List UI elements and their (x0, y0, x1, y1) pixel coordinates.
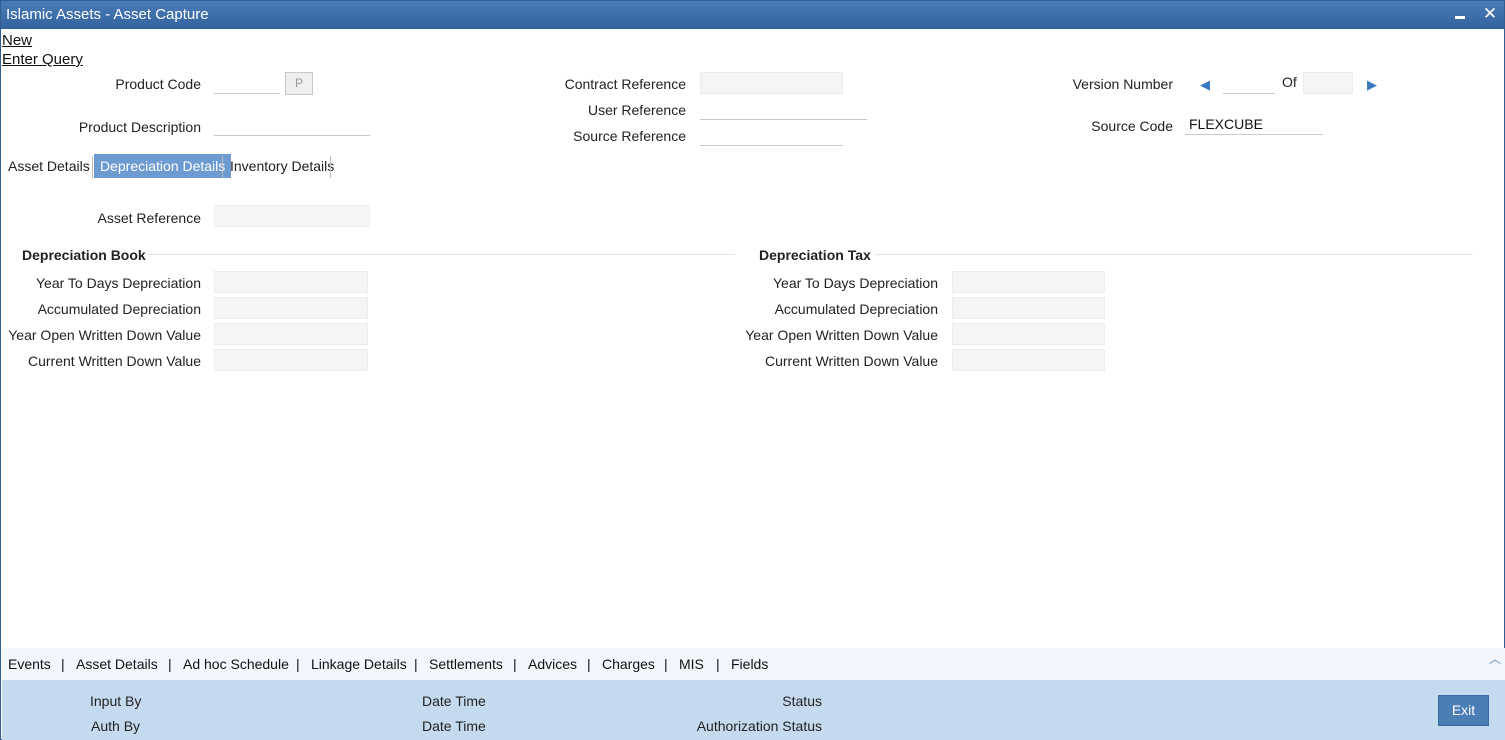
nav-advices[interactable]: Advices (528, 656, 577, 672)
nav-events[interactable]: Events (8, 656, 51, 672)
book-ytd-depreciation-label: Year To Days Depreciation (36, 275, 201, 291)
nav-separator: | (664, 656, 668, 672)
depreciation-tax-title: Depreciation Tax (759, 247, 871, 263)
book-accumulated-depreciation-label: Accumulated Depreciation (37, 301, 201, 317)
nav-settlements[interactable]: Settlements (429, 656, 503, 672)
nav-separator: | (168, 656, 172, 672)
book-year-open-wdv-label: Year Open Written Down Value (8, 327, 201, 343)
collapse-icon[interactable]: ︿ (1489, 650, 1501, 667)
input-by-label: Input By (90, 693, 142, 709)
nav-linkage-details[interactable]: Linkage Details (311, 656, 407, 672)
nav-asset-details[interactable]: Asset Details (76, 656, 158, 672)
tab-divider (330, 156, 331, 178)
close-icon: ✕ (1482, 4, 1498, 23)
section-divider (875, 254, 1473, 255)
tab-asset-details[interactable]: Asset Details (2, 154, 96, 178)
tax-current-wdv-label: Current Written Down Value (765, 353, 938, 369)
version-number-field[interactable] (1223, 72, 1275, 94)
auth-date-time-label: Date Time (422, 718, 486, 734)
previous-version-icon[interactable]: ◀ (1200, 77, 1210, 93)
audit-footer: Input By Auth By Date Time Date Time Sta… (2, 680, 1505, 740)
nav-fields[interactable]: Fields (731, 656, 768, 672)
window-title: Islamic Assets - Asset Capture (6, 6, 209, 23)
asset-reference-field[interactable] (214, 205, 370, 227)
source-code-label: Source Code (1091, 118, 1173, 134)
tab-divider (222, 156, 223, 178)
status-label: Status (782, 693, 822, 709)
tax-year-open-wdv-label: Year Open Written Down Value (745, 327, 938, 343)
nav-separator: | (587, 656, 591, 672)
tax-ytd-depreciation-label: Year To Days Depreciation (773, 275, 938, 291)
title-bar: Islamic Assets - Asset Capture ✕ (1, 1, 1504, 29)
book-accumulated-depreciation-field[interactable] (214, 297, 368, 319)
bottom-nav: Events | Asset Details | Ad hoc Schedule… (2, 648, 1505, 680)
nav-separator: | (61, 656, 65, 672)
user-reference-field[interactable] (700, 98, 867, 120)
asset-capture-window: Islamic Assets - Asset Capture ✕ New Ent… (0, 0, 1505, 740)
of-label: Of (1282, 74, 1297, 90)
authorization-status-label: Authorization Status (696, 718, 822, 734)
book-current-wdv-field[interactable] (214, 349, 368, 371)
book-year-open-wdv-field[interactable] (214, 323, 368, 345)
new-link[interactable]: New (2, 32, 32, 49)
exit-button[interactable]: Exit (1438, 695, 1489, 726)
next-version-icon[interactable]: ▶ (1367, 77, 1377, 93)
depreciation-book-title: Depreciation Book (22, 247, 146, 263)
tax-accumulated-depreciation-label: Accumulated Depreciation (774, 301, 938, 317)
minimize-button[interactable] (1450, 4, 1470, 26)
close-button[interactable]: ✕ (1480, 4, 1500, 26)
nav-separator: | (716, 656, 720, 672)
contract-reference-field[interactable] (700, 72, 843, 94)
source-reference-field[interactable] (700, 124, 843, 146)
product-description-field[interactable] (214, 114, 370, 136)
enter-query-link[interactable]: Enter Query (2, 51, 83, 68)
auth-by-label: Auth By (91, 718, 141, 734)
source-code-field[interactable] (1185, 113, 1323, 135)
user-reference-label: User Reference (587, 102, 686, 118)
book-current-wdv-label: Current Written Down Value (28, 353, 201, 369)
product-lookup-button[interactable]: P (285, 72, 313, 95)
nav-separator: | (296, 656, 300, 672)
tax-current-wdv-field[interactable] (952, 349, 1105, 371)
nav-mis[interactable]: MIS (679, 656, 704, 672)
tab-depreciation-details[interactable]: Depreciation Details (94, 154, 232, 178)
product-code-label: Product Code (115, 76, 201, 92)
source-reference-label: Source Reference (573, 128, 686, 144)
nav-separator: | (513, 656, 517, 672)
asset-reference-label: Asset Reference (97, 210, 202, 226)
contract-reference-label: Contract Reference (564, 76, 686, 92)
total-versions-field[interactable] (1303, 72, 1353, 94)
book-ytd-depreciation-field[interactable] (214, 271, 368, 293)
tax-ytd-depreciation-field[interactable] (952, 271, 1105, 293)
nav-separator: | (414, 656, 418, 672)
tax-year-open-wdv-field[interactable] (952, 323, 1105, 345)
tab-divider (92, 156, 93, 178)
tax-accumulated-depreciation-field[interactable] (952, 297, 1105, 319)
minimize-icon (1455, 16, 1465, 19)
input-date-time-label: Date Time (422, 693, 486, 709)
section-divider (148, 254, 735, 255)
product-description-label: Product Description (78, 119, 201, 135)
nav-charges[interactable]: Charges (602, 656, 655, 672)
product-code-field[interactable] (214, 72, 280, 94)
version-number-label: Version Number (1072, 76, 1173, 92)
tab-inventory-details[interactable]: Inventory Details (224, 154, 340, 178)
nav-adhoc-schedule[interactable]: Ad hoc Schedule (183, 656, 289, 672)
